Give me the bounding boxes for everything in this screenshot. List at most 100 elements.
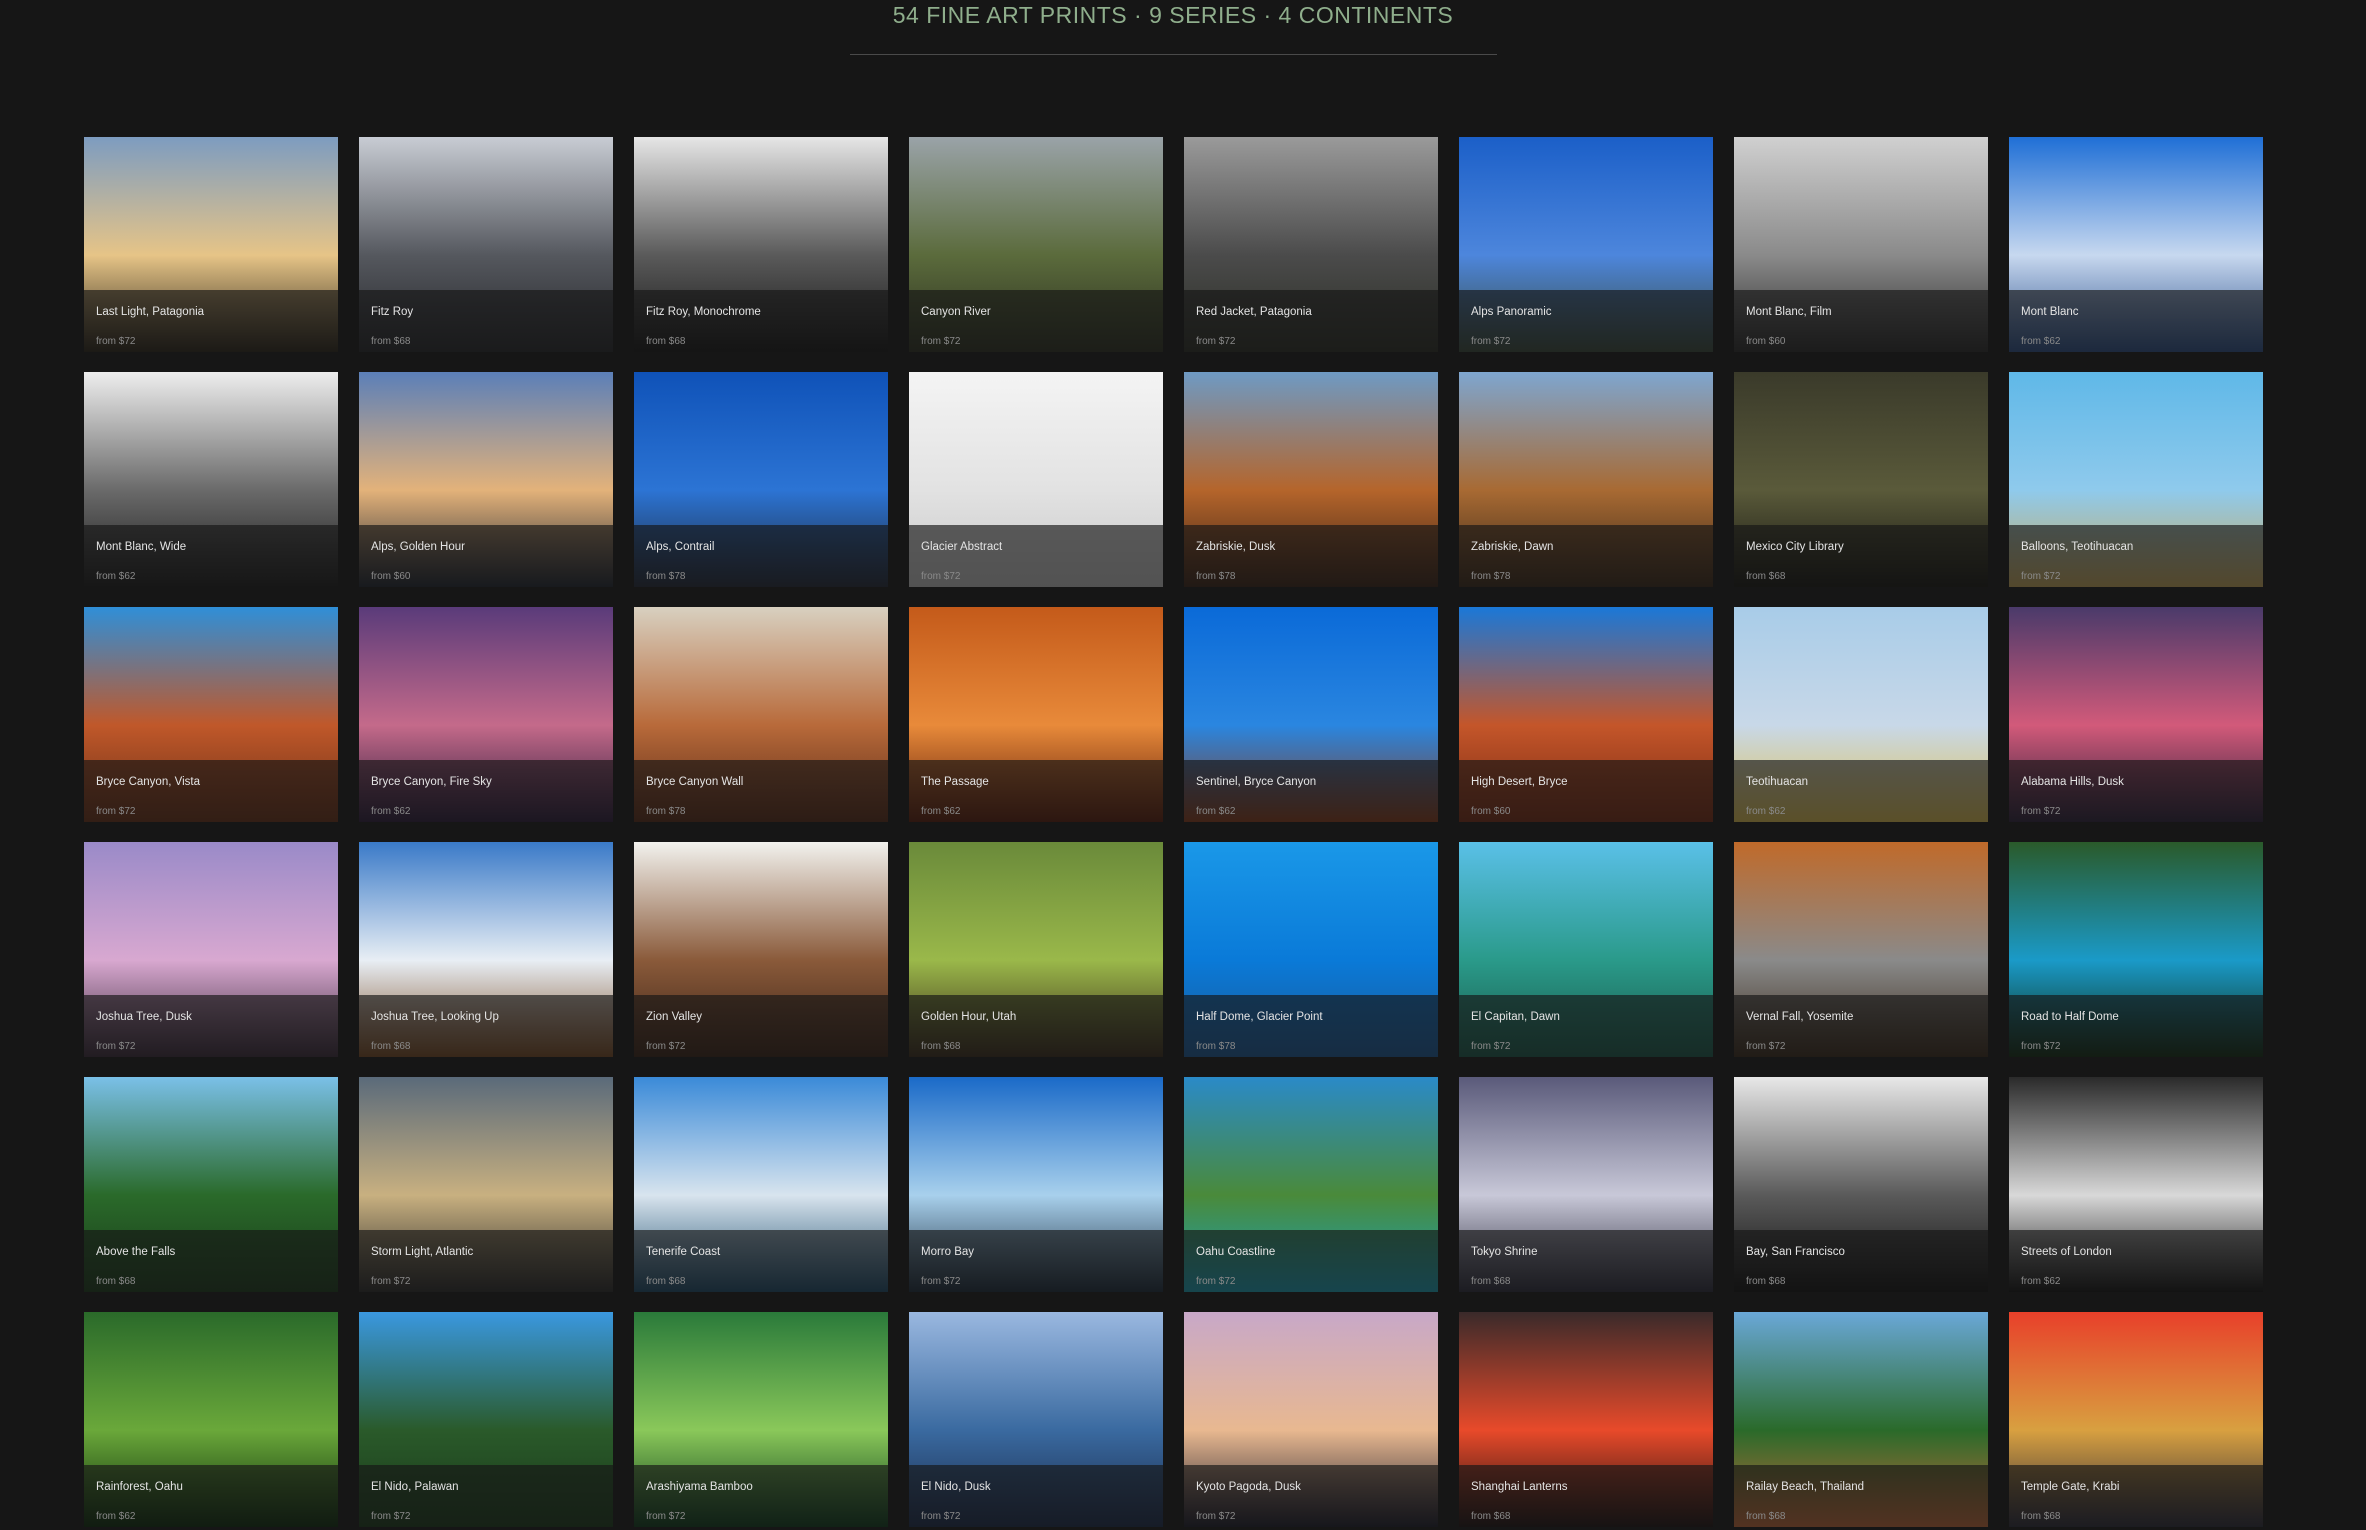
print-price: from $68 xyxy=(1746,1276,1786,1287)
print-title: Railay Beach, Thailand xyxy=(1746,1481,1865,1493)
print-title: Zabriskie, Dawn xyxy=(1471,541,1554,553)
print-card[interactable]: Bryce Canyon Wall from $78 xyxy=(634,607,888,822)
print-price: from $68 xyxy=(371,1041,411,1052)
print-title: Zion Valley xyxy=(646,1011,703,1023)
print-card[interactable]: Zion Valley from $72 xyxy=(634,842,888,1057)
print-caption: Zion Valley from $72 xyxy=(634,995,888,1057)
print-card[interactable]: Alps, Golden Hour from $60 xyxy=(359,372,613,587)
print-price: from $72 xyxy=(96,336,136,347)
print-title: Kyoto Pagoda, Dusk xyxy=(1196,1481,1301,1493)
print-card[interactable]: Mont Blanc, Film from $60 xyxy=(1734,137,1988,352)
print-card[interactable]: Streets of London from $62 xyxy=(2009,1077,2263,1292)
print-card[interactable]: Alps, Contrail from $78 xyxy=(634,372,888,587)
print-card[interactable]: Fitz Roy from $68 xyxy=(359,137,613,352)
print-price: from $60 xyxy=(1471,806,1511,817)
print-caption: Glacier Abstract from $72 xyxy=(909,525,1163,587)
print-price: from $78 xyxy=(646,806,686,817)
print-title: Shanghai Lanterns xyxy=(1471,1481,1568,1493)
print-title: Mont Blanc, Film xyxy=(1746,306,1832,318)
print-card[interactable]: Tenerife Coast from $68 xyxy=(634,1077,888,1292)
print-card[interactable]: Railay Beach, Thailand from $68 xyxy=(1734,1312,1988,1527)
print-caption: Alabama Hills, Dusk from $72 xyxy=(2009,760,2263,822)
print-caption: Joshua Tree, Dusk from $72 xyxy=(84,995,338,1057)
print-price: from $62 xyxy=(921,806,961,817)
print-card[interactable]: Half Dome, Glacier Point from $78 xyxy=(1184,842,1438,1057)
print-card[interactable]: Red Jacket, Patagonia from $72 xyxy=(1184,137,1438,352)
print-title: Mont Blanc, Wide xyxy=(96,541,187,553)
print-price: from $68 xyxy=(2021,1511,2061,1522)
print-caption: Alps, Contrail from $78 xyxy=(634,525,888,587)
print-card[interactable]: Last Light, Patagonia from $72 xyxy=(84,137,338,352)
print-card[interactable]: Rainforest, Oahu from $62 xyxy=(84,1312,338,1527)
print-caption: Bay, San Francisco from $68 xyxy=(1734,1230,1988,1292)
print-caption: Fitz Roy from $68 xyxy=(359,290,613,352)
print-card[interactable]: Joshua Tree, Dusk from $72 xyxy=(84,842,338,1057)
print-caption: Alps, Golden Hour from $60 xyxy=(359,525,613,587)
print-card[interactable]: Arashiyama Bamboo from $72 xyxy=(634,1312,888,1527)
print-card[interactable]: The Passage from $62 xyxy=(909,607,1163,822)
print-caption: El Nido, Dusk from $72 xyxy=(909,1465,1163,1527)
print-card[interactable]: Sentinel, Bryce Canyon from $62 xyxy=(1184,607,1438,822)
print-card[interactable]: Canyon River from $72 xyxy=(909,137,1163,352)
print-card[interactable]: Bryce Canyon, Vista from $72 xyxy=(84,607,338,822)
print-caption: Storm Light, Atlantic from $72 xyxy=(359,1230,613,1292)
print-price: from $62 xyxy=(96,1511,136,1522)
print-card[interactable]: Teotihuacan from $62 xyxy=(1734,607,1988,822)
print-caption: Mont Blanc, Film from $60 xyxy=(1734,290,1988,352)
print-card[interactable]: Temple Gate, Krabi from $68 xyxy=(2009,1312,2263,1527)
print-card[interactable]: Bryce Canyon, Fire Sky from $62 xyxy=(359,607,613,822)
print-caption: Joshua Tree, Looking Up from $68 xyxy=(359,995,613,1057)
print-title: Morro Bay xyxy=(921,1246,975,1258)
print-card[interactable]: Vernal Fall, Yosemite from $72 xyxy=(1734,842,1988,1057)
print-price: from $72 xyxy=(2021,806,2061,817)
print-card[interactable]: Above the Falls from $68 xyxy=(84,1077,338,1292)
print-card[interactable]: Kyoto Pagoda, Dusk from $72 xyxy=(1184,1312,1438,1527)
gallery-summary-heading: 54 FINE ART PRINTS · 9 SERIES · 4 CONTIN… xyxy=(892,2,1454,28)
print-card[interactable]: Fitz Roy, Monochrome from $68 xyxy=(634,137,888,352)
print-caption: Balloons, Teotihuacan from $72 xyxy=(2009,525,2263,587)
print-card[interactable]: Glacier Abstract from $72 xyxy=(909,372,1163,587)
print-card[interactable]: Mont Blanc, Wide from $62 xyxy=(84,372,338,587)
print-card[interactable]: High Desert, Bryce from $60 xyxy=(1459,607,1713,822)
print-caption: Arashiyama Bamboo from $72 xyxy=(634,1465,888,1527)
print-caption: Zabriskie, Dawn from $78 xyxy=(1459,525,1713,587)
print-caption: Road to Half Dome from $72 xyxy=(2009,995,2263,1057)
print-card[interactable]: Storm Light, Atlantic from $72 xyxy=(359,1077,613,1292)
print-price: from $62 xyxy=(1196,806,1236,817)
print-card[interactable]: Tokyo Shrine from $68 xyxy=(1459,1077,1713,1292)
print-card[interactable]: Balloons, Teotihuacan from $72 xyxy=(2009,372,2263,587)
print-card[interactable]: Zabriskie, Dawn from $78 xyxy=(1459,372,1713,587)
print-card[interactable]: Oahu Coastline from $72 xyxy=(1184,1077,1438,1292)
print-caption: Temple Gate, Krabi from $68 xyxy=(2009,1465,2263,1527)
print-card[interactable]: El Capitan, Dawn from $72 xyxy=(1459,842,1713,1057)
print-card[interactable]: El Nido, Palawan from $72 xyxy=(359,1312,613,1527)
print-price: from $68 xyxy=(371,336,411,347)
print-title: Rainforest, Oahu xyxy=(96,1481,183,1493)
print-card[interactable]: Alps Panoramic from $72 xyxy=(1459,137,1713,352)
print-card[interactable]: Road to Half Dome from $72 xyxy=(2009,842,2263,1057)
print-caption: Tokyo Shrine from $68 xyxy=(1459,1230,1713,1292)
print-card[interactable]: Mont Blanc from $62 xyxy=(2009,137,2263,352)
print-card[interactable]: Joshua Tree, Looking Up from $68 xyxy=(359,842,613,1057)
print-card[interactable]: Zabriskie, Dusk from $78 xyxy=(1184,372,1438,587)
print-price: from $72 xyxy=(2021,1041,2061,1052)
print-price: from $62 xyxy=(2021,336,2061,347)
print-title: El Capitan, Dawn xyxy=(1471,1011,1560,1023)
print-price: from $72 xyxy=(1196,336,1236,347)
print-card[interactable]: Alabama Hills, Dusk from $72 xyxy=(2009,607,2263,822)
print-price: from $68 xyxy=(921,1041,961,1052)
print-title: Mexico City Library xyxy=(1746,541,1844,553)
print-price: from $72 xyxy=(921,336,961,347)
print-card[interactable]: Bay, San Francisco from $68 xyxy=(1734,1077,1988,1292)
print-title: Vernal Fall, Yosemite xyxy=(1746,1011,1854,1023)
print-card[interactable]: Morro Bay from $72 xyxy=(909,1077,1163,1292)
print-price: from $72 xyxy=(96,806,136,817)
print-card[interactable]: Mexico City Library from $68 xyxy=(1734,372,1988,587)
print-card[interactable]: El Nido, Dusk from $72 xyxy=(909,1312,1163,1527)
print-caption: Canyon River from $72 xyxy=(909,290,1163,352)
print-caption: Oahu Coastline from $72 xyxy=(1184,1230,1438,1292)
print-card[interactable]: Golden Hour, Utah from $68 xyxy=(909,842,1163,1057)
print-caption: Railay Beach, Thailand from $68 xyxy=(1734,1465,1988,1527)
print-card[interactable]: Shanghai Lanterns from $68 xyxy=(1459,1312,1713,1527)
print-price: from $68 xyxy=(1471,1276,1511,1287)
